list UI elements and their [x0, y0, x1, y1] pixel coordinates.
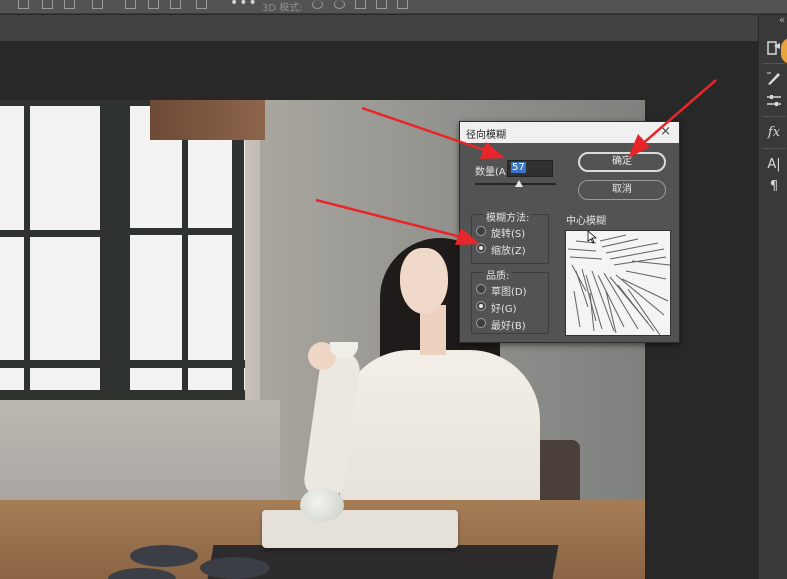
right-toolbar: « fx A| ¶ — [758, 15, 787, 579]
photo-blind — [150, 100, 265, 140]
paragraph-icon[interactable]: ¶ — [765, 179, 783, 195]
align-left-icon[interactable] — [18, 0, 29, 9]
align-center-icon[interactable] — [42, 0, 53, 9]
photo-sill — [0, 400, 280, 510]
photo-window — [0, 100, 245, 410]
photo-tray — [262, 510, 458, 548]
distribute-icon[interactable] — [92, 0, 103, 9]
scale-3d-icon[interactable] — [397, 0, 408, 9]
align-middle-icon[interactable] — [148, 0, 159, 9]
cancel-button[interactable]: 取消 — [578, 180, 666, 200]
slide-3d-icon[interactable] — [376, 0, 387, 9]
quality-group: 品质: 草图(D) 好(G) 最好(B) — [471, 267, 549, 334]
align-bottom-icon[interactable] — [170, 0, 181, 9]
threed-mode-label: 3D 模式: — [262, 3, 303, 14]
blur-center-streaks — [567, 231, 670, 335]
close-icon[interactable]: × — [660, 124, 671, 140]
options-bar: ••• 3D 模式: — [0, 0, 787, 14]
brush-settings-icon[interactable] — [765, 70, 783, 86]
radio-best-label: 最好(B) — [491, 321, 526, 332]
more-options-icon[interactable]: ••• — [230, 0, 258, 11]
adjustments-icon[interactable] — [765, 93, 783, 109]
photo-person — [340, 350, 540, 515]
amount-label: 数量(A — [475, 167, 506, 178]
cursor-icon — [587, 231, 598, 244]
photo-plate — [130, 545, 198, 567]
photoshop-window: ••• 3D 模式: « fx A| ¶ 径向模糊 × 数量(A 57 确定 取… — [0, 0, 787, 579]
radial-blur-dialog: 径向模糊 × 数量(A 57 确定 取消 模糊方法: 旋转(S) 缩放(Z) 品… — [459, 121, 680, 343]
radio-best[interactable] — [476, 318, 486, 328]
radio-zoom-label: 缩放(Z) — [491, 246, 526, 257]
blur-method-legend: 模糊方法: — [484, 209, 532, 224]
blur-center-preview[interactable] — [565, 230, 671, 336]
fx-icon[interactable]: fx — [765, 125, 783, 141]
roll-3d-icon[interactable] — [334, 0, 345, 9]
radio-draft-label: 草图(D) — [491, 287, 527, 298]
character-icon[interactable]: A| — [765, 157, 783, 173]
photo-teapot — [300, 488, 344, 522]
dialog-title: 径向模糊 — [466, 130, 506, 141]
radio-good-label: 好(G) — [491, 304, 517, 315]
radio-zoom[interactable] — [476, 243, 486, 253]
ok-button[interactable]: 确定 — [578, 152, 666, 172]
radio-spin-label: 旋转(S) — [491, 229, 526, 240]
radio-draft[interactable] — [476, 284, 486, 294]
amount-value: 57 — [511, 162, 526, 173]
document-tab-strip — [0, 15, 758, 42]
orbit-3d-icon[interactable] — [312, 0, 323, 9]
align-right-icon[interactable] — [64, 0, 75, 9]
amount-input[interactable]: 57 — [507, 160, 553, 177]
photo-face — [400, 248, 448, 314]
blur-method-group: 模糊方法: 旋转(S) 缩放(Z) — [471, 209, 549, 264]
drag-3d-icon[interactable] — [355, 0, 366, 9]
radio-spin[interactable] — [476, 226, 486, 236]
blur-center-label: 中心模糊 — [566, 216, 606, 227]
quality-legend: 品质: — [484, 267, 512, 282]
dialog-title-bar[interactable]: 径向模糊 × — [460, 122, 679, 143]
distribute-vertical-icon[interactable] — [196, 0, 207, 9]
radio-good[interactable] — [476, 301, 486, 311]
amount-slider-thumb[interactable] — [515, 180, 523, 187]
photo-plate — [200, 557, 270, 579]
align-top-icon[interactable] — [125, 0, 136, 9]
collapse-panel-icon[interactable]: « — [779, 15, 785, 26]
